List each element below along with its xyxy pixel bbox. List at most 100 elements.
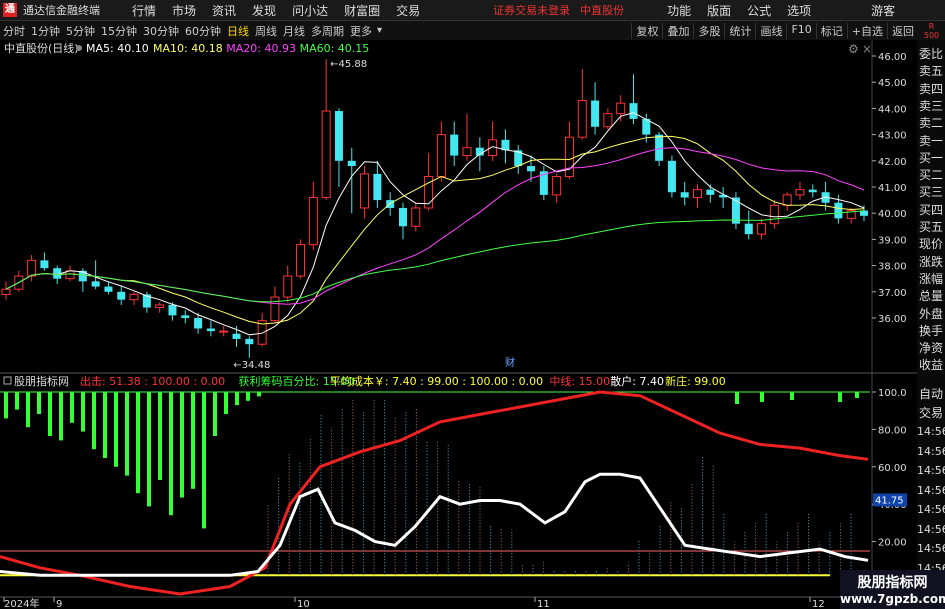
timeframe-tab-2[interactable]: 5分钟 <box>63 23 98 39</box>
x-tick-label: 12 <box>812 599 825 609</box>
toolbar-button-2[interactable]: 多股 <box>693 22 724 39</box>
toolbar-button-7[interactable]: +自选 <box>846 22 887 39</box>
quote-label-9[interactable]: 买四 <box>917 201 945 218</box>
menu-right-item-0[interactable]: 功能 <box>659 2 699 19</box>
quote-label-3[interactable]: 卖三 <box>917 97 945 114</box>
toolbar-button-3[interactable]: 统计 <box>724 22 755 39</box>
green-bar <box>257 392 261 397</box>
quote-label-20[interactable]: 交易 <box>917 404 945 421</box>
indicator-value-4: 散户: 7.40 <box>610 374 664 388</box>
candle-body <box>91 281 100 287</box>
toolbar-button-0[interactable]: 复权 <box>631 22 662 39</box>
green-bar <box>26 392 30 428</box>
quote-label-13[interactable]: 涨幅 <box>917 270 945 287</box>
indicator-toggle-icon[interactable] <box>3 376 12 385</box>
toolbar-button-1[interactable]: 叠加 <box>662 22 693 39</box>
quote-label-7[interactable]: 买二 <box>917 166 945 183</box>
green-bar <box>114 392 118 467</box>
quote-label-4[interactable]: 卖二 <box>917 114 945 131</box>
green-bar <box>70 392 74 423</box>
candle-body <box>283 275 293 298</box>
timeframe-tab-1[interactable]: 1分钟 <box>28 23 63 39</box>
candle-body <box>436 134 446 178</box>
chart-options-gear-icon[interactable]: ⚙ <box>848 42 859 56</box>
guest-label[interactable]: 游客 <box>863 2 903 19</box>
candle-body <box>296 244 306 277</box>
main-ytick-label: 36.00 <box>878 314 907 325</box>
menu-item-3[interactable]: 发现 <box>244 2 284 19</box>
quote-label-1[interactable]: 卖五 <box>917 62 945 79</box>
time-label-0: 14:56 <box>917 425 945 438</box>
quote-label-19[interactable]: 自动 <box>917 385 945 402</box>
main-ytick-label: 45.00 <box>878 78 907 89</box>
chart-area[interactable]: 46.00 45.00 44.00 43.00 42.00 41.00 40.00 39.00… <box>0 40 917 609</box>
toolbar-button-4[interactable]: 画线 <box>755 22 786 39</box>
timeframe-tab-9[interactable]: 多周期 <box>308 23 347 39</box>
toolbar-button-8[interactable]: 返回 <box>887 22 918 39</box>
quote-label-16[interactable]: 换手 <box>917 322 945 339</box>
menu-item-5[interactable]: 财富圈 <box>336 2 388 19</box>
green-bar <box>735 392 739 404</box>
menu-bar: 通 通达信金融终端 行情 市场 资讯 发现 问小达 财富圈 交易 证券交易未登录 中直股份 … <box>0 0 945 21</box>
chart-settings-dot-icon[interactable] <box>76 45 82 51</box>
ma-legend-1: MA10: 40.18 <box>153 42 223 55</box>
timeframe-tab-8[interactable]: 月线 <box>280 23 308 39</box>
candle-body <box>769 204 779 225</box>
more-chevron-icon[interactable]: ▾ <box>377 25 382 36</box>
stock-link[interactable]: 中直股份 <box>575 2 629 18</box>
main-ytick-label: 42.00 <box>878 157 907 168</box>
menu-item-1[interactable]: 市场 <box>164 2 204 19</box>
menu-item-6[interactable]: 交易 <box>388 2 428 19</box>
toolbar-button-5[interactable]: F10 <box>786 22 815 39</box>
quote-label-18[interactable]: 收益 <box>917 356 945 373</box>
timeframe-tab-5[interactable]: 60分钟 <box>182 23 224 39</box>
main-ytick-label: 39.00 <box>878 235 907 246</box>
candle-body <box>155 304 165 309</box>
main-ytick-label: 37.00 <box>878 288 907 299</box>
green-bar <box>81 392 85 432</box>
toolbar-button-6[interactable]: 标记 <box>815 22 847 39</box>
quote-label-17[interactable]: 净资 <box>917 339 945 356</box>
quote-label-5[interactable]: 卖一 <box>917 132 945 149</box>
broker-login-warning[interactable]: 证券交易未登录 <box>488 2 575 18</box>
quote-label-10[interactable]: 买五 <box>917 218 945 235</box>
green-bar <box>15 392 19 410</box>
timeframe-tab-6[interactable]: 日线 <box>224 23 252 39</box>
green-bar <box>855 392 859 398</box>
indicator-value-3: 中线: 15.00 <box>549 374 610 388</box>
main-ytick-label: 41.00 <box>878 183 907 194</box>
quote-label-11[interactable]: 现价 <box>917 235 945 252</box>
ma-legend-2: MA20: 40.93 <box>226 42 296 55</box>
x-tick-label: 11 <box>537 599 550 609</box>
quote-label-0[interactable]: 委比 <box>917 45 945 62</box>
quote-label-8[interactable]: 买三 <box>917 183 945 200</box>
green-bar <box>224 392 228 414</box>
right-quote-panel: 委比 卖五 卖四 卖三 卖二 卖一 买一 买二 买三 买四 买五 现价 涨跌 涨幅 总量 外盘 换手 净资 收益自动… <box>917 40 945 609</box>
finance-marker-icon[interactable]: 财 <box>505 356 515 369</box>
timeframe-tab-10[interactable]: 更多 <box>347 23 375 39</box>
timeframe-tab-0[interactable]: 分时 <box>0 23 28 39</box>
green-bar <box>169 392 173 516</box>
menu-item-0[interactable]: 行情 <box>124 2 164 19</box>
chart-close-icon[interactable]: × <box>862 42 872 56</box>
green-bar <box>191 392 195 489</box>
menu-item-4[interactable]: 问小达 <box>284 2 336 19</box>
menu-right-item-1[interactable]: 版面 <box>699 2 739 19</box>
quote-label-14[interactable]: 总量 <box>917 287 945 304</box>
menu-right-item-2[interactable]: 公式 <box>739 2 779 19</box>
watermark: 股朋指标网 www.7gpzb.com <box>840 570 945 609</box>
quote-label-2[interactable]: 卖四 <box>917 80 945 97</box>
timeframe-tab-3[interactable]: 15分钟 <box>98 23 140 39</box>
quote-label-6[interactable]: 买一 <box>917 149 945 166</box>
quote-label-12[interactable]: 涨跌 <box>917 253 945 270</box>
quote-label-15[interactable]: 外盘 <box>917 305 945 322</box>
menu-item-2[interactable]: 资讯 <box>204 2 244 19</box>
timeframe-tab-7[interactable]: 周线 <box>252 23 280 39</box>
main-chart-bg <box>0 40 917 370</box>
time-label-4: 14:56 <box>917 503 945 516</box>
candle-body <box>591 100 600 127</box>
menu-right-item-3[interactable]: 选项 <box>779 2 819 19</box>
time-label-3: 14:56 <box>917 483 945 497</box>
toolbar: 分时 1分钟 5分钟 15分钟 30分钟 60分钟 日线 周线 月线 多周期 更多 ▾ 复权 叠加 多股… <box>0 21 945 41</box>
timeframe-tab-4[interactable]: 30分钟 <box>140 23 182 39</box>
